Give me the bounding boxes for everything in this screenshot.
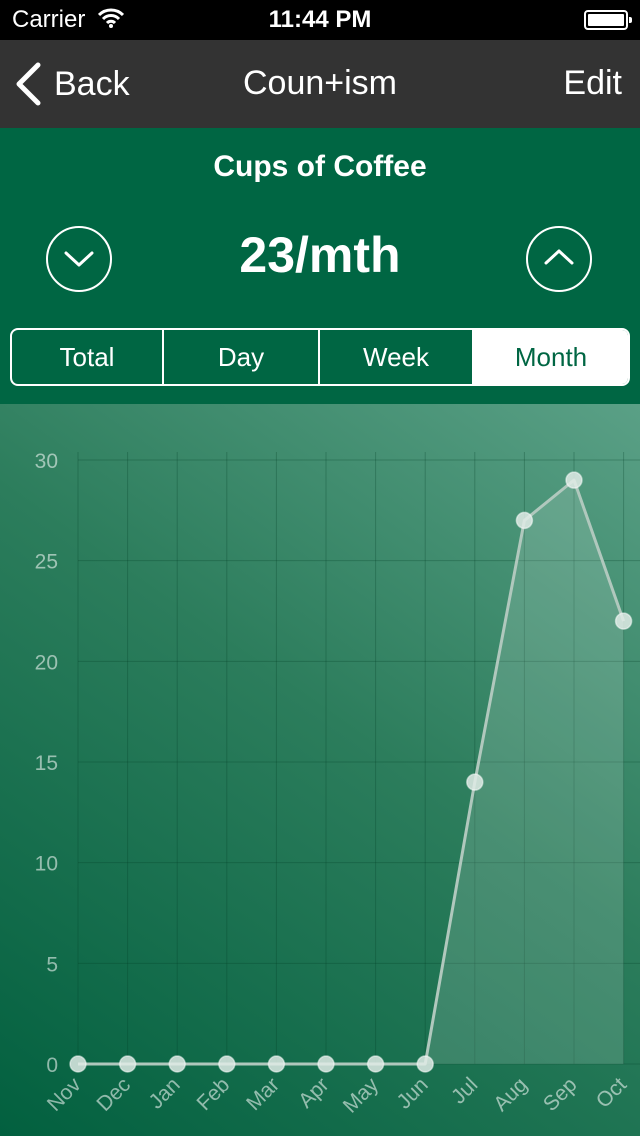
data-point xyxy=(466,773,484,791)
navigation-bar: Back Coun+ism Edit xyxy=(0,40,640,128)
area-fill xyxy=(78,480,624,1065)
data-point xyxy=(69,1055,87,1073)
data-point xyxy=(366,1055,385,1073)
edit-button[interactable]: Edit xyxy=(563,64,622,103)
y-tick-label: 25 xyxy=(35,551,58,574)
app-title: Coun+ism xyxy=(242,64,397,102)
y-tick-label: 20 xyxy=(35,651,58,674)
chart-area: 0 5 10 15 20 25 30 Nov Dec Jan Feb Mar Apr May Jun Jul A… xyxy=(0,404,640,1136)
x-tick-label: Jan xyxy=(145,1073,185,1113)
period-segmented-control: Total Day Week Month xyxy=(10,328,630,386)
data-point xyxy=(168,1055,186,1073)
data-point xyxy=(267,1055,286,1073)
y-tick-label: 0 xyxy=(46,1054,58,1077)
status-bar: Carrier 11:44 PM xyxy=(0,0,640,40)
increment-button[interactable] xyxy=(526,226,592,292)
monthly-line-chart: 0 5 10 15 20 25 30 Nov Dec Jan Feb Mar Apr May Jun Jul A… xyxy=(35,450,640,1118)
counter-title: Cups of Coffee xyxy=(213,150,427,183)
x-tick-label: Sep xyxy=(539,1073,582,1116)
battery-icon xyxy=(584,10,632,30)
data-point xyxy=(118,1055,137,1073)
y-tick-label: 15 xyxy=(35,752,58,775)
x-tick-label: Nov xyxy=(43,1073,86,1116)
x-tick-label: Apr xyxy=(294,1073,333,1112)
x-tick-label: Jul xyxy=(447,1073,482,1108)
data-point xyxy=(515,511,534,530)
segment-month[interactable]: Month xyxy=(474,330,628,384)
data-point xyxy=(317,1055,335,1073)
y-tick-label: 10 xyxy=(35,853,58,876)
data-point xyxy=(218,1055,236,1073)
y-tick-label: 5 xyxy=(46,953,58,976)
segment-total[interactable]: Total xyxy=(12,330,164,384)
x-tick-label: Mar xyxy=(242,1073,284,1115)
x-tick-label: Jun xyxy=(393,1073,433,1113)
x-tick-label: Dec xyxy=(92,1073,135,1116)
counter-header: Cups of Coffee 23/mth Total Day Week Mon… xyxy=(0,128,640,404)
chevron-up-icon xyxy=(544,249,574,265)
segment-week[interactable]: Week xyxy=(320,330,474,384)
data-point xyxy=(565,471,583,489)
x-tick-label: Feb xyxy=(192,1073,234,1115)
x-tick-label: Oct xyxy=(592,1073,631,1112)
data-point xyxy=(416,1055,434,1073)
data-point xyxy=(614,612,633,630)
clock: 11:44 PM xyxy=(268,6,372,33)
x-tick-label: May xyxy=(339,1073,384,1118)
x-tick-label: Aug xyxy=(489,1073,532,1116)
segment-day[interactable]: Day xyxy=(164,330,320,384)
y-tick-label: 30 xyxy=(35,450,58,473)
